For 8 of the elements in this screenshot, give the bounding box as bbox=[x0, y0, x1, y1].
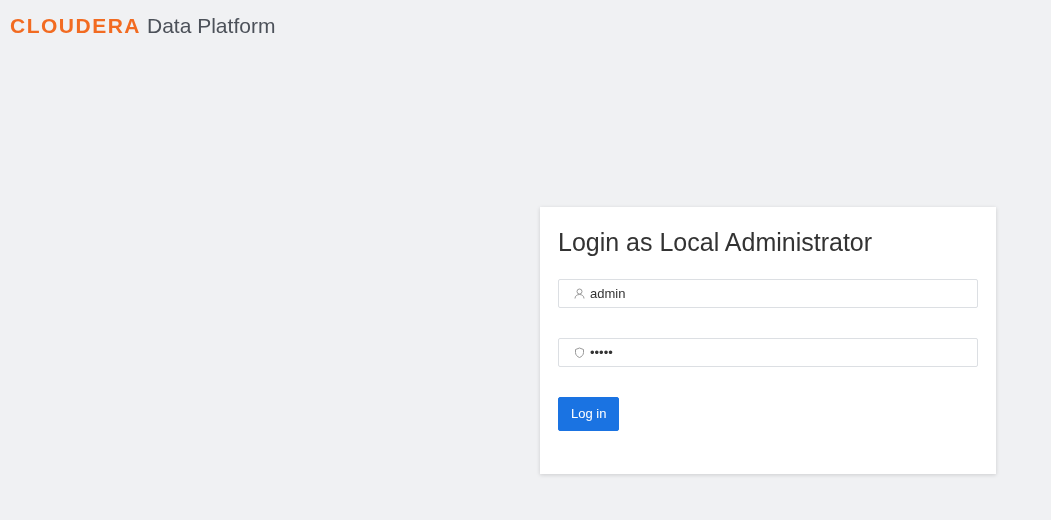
product-name: Data Platform bbox=[147, 13, 276, 39]
login-title: Login as Local Administrator bbox=[558, 227, 874, 257]
shield-icon bbox=[574, 347, 585, 358]
login-button[interactable]: Log in bbox=[558, 397, 620, 431]
brand-logo: CLOUDERA bbox=[10, 13, 141, 39]
user-icon bbox=[574, 288, 585, 299]
password-field[interactable]: ••••• bbox=[558, 338, 978, 367]
username-field[interactable]: admin bbox=[558, 279, 978, 308]
